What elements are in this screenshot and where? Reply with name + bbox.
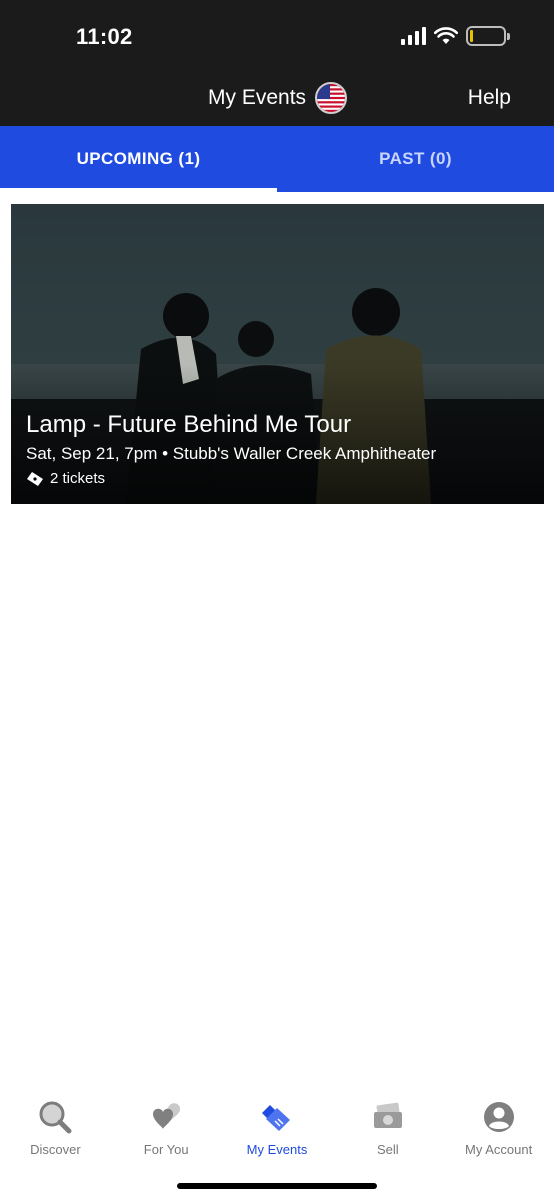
nav-my-account[interactable]: My Account [443,1090,554,1170]
nav-discover[interactable]: Discover [0,1090,111,1170]
tab-upcoming[interactable]: UPCOMING (1) [0,126,277,192]
bottom-nav: Discover For You My Events Sell My Accou… [0,1090,554,1170]
nav-my-account-label: My Account [464,1142,533,1157]
wifi-icon [434,27,458,44]
nav-for-you-label: For You [143,1142,189,1157]
nav-for-you[interactable]: For You [111,1090,222,1170]
ticket-icon [261,1105,290,1131]
ticket-count-label: 2 tickets [50,470,106,487]
event-tabs: UPCOMING (1) PAST (0) [0,126,554,192]
status-time: 11:02 [76,24,133,49]
home-indicator[interactable] [177,1183,377,1189]
app-header: 11:02 My Events Help [0,0,554,126]
event-date-venue: Sat, Sep 21, 7pm • Stubb's Waller Creek … [26,444,437,463]
help-button[interactable]: Help [468,86,511,110]
nav-my-events[interactable]: My Events [222,1090,333,1170]
nav-sell[interactable]: Sell [332,1090,443,1170]
money-icon [373,1102,402,1128]
hearts-icon [153,1103,181,1129]
tab-past[interactable]: PAST (0) [277,126,554,192]
event-card[interactable]: Lamp - Future Behind Me Tour Sat, Sep 21… [11,204,544,504]
battery-icon [466,26,510,46]
cellular-signal-icon [401,27,426,45]
search-icon [39,1101,72,1134]
page-title: My Events [208,86,307,109]
ticket-icon [27,471,43,486]
nav-discover-label: Discover [30,1142,81,1157]
nav-sell-label: Sell [376,1142,399,1157]
us-flag-icon[interactable] [315,82,347,114]
account-icon [483,1102,514,1132]
event-title: Lamp - Future Behind Me Tour [26,411,352,438]
ticket-count: 2 tickets [26,470,105,487]
status-icons [401,26,510,46]
nav-my-events-label: My Events [246,1142,308,1157]
